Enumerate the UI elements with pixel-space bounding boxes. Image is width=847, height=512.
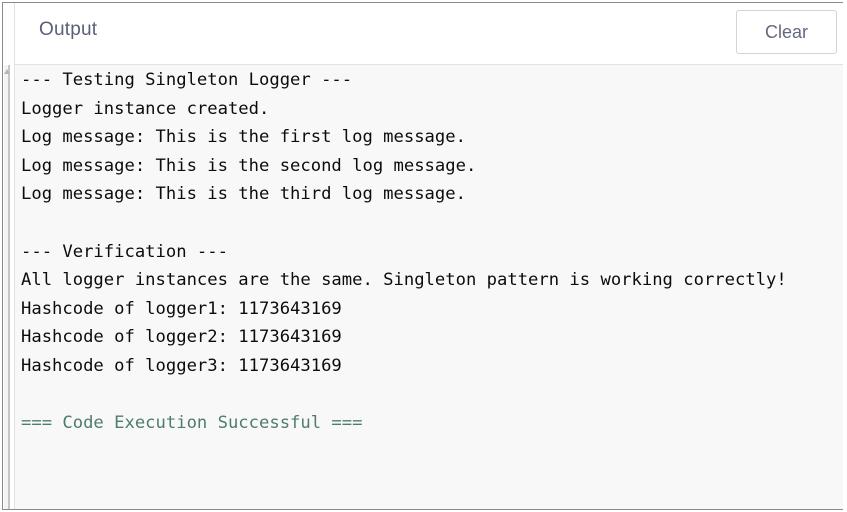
execution-status-line: === Code Execution Successful === (21, 413, 363, 434)
output-line: --- Testing Singleton Logger --- (21, 70, 353, 90)
output-title: Output (39, 19, 98, 40)
scroll-up-arrow-icon[interactable] (4, 69, 10, 74)
output-line: Log message: This is the second log mess… (21, 155, 477, 176)
output-line: Logger instance created. (21, 98, 270, 119)
clear-button[interactable]: Clear (736, 10, 837, 54)
output-console: --- Testing Singleton Logger --- Logger i… (14, 65, 843, 509)
output-line: Hashcode of logger3: 1173643169 (21, 355, 342, 376)
output-panel: Output Clear --- Testing Singleton Logge… (2, 2, 843, 510)
output-line: --- Verification --- (21, 241, 228, 262)
output-lines: --- Testing Singleton Logger --- Logger i… (21, 66, 787, 438)
output-line: Hashcode of logger1: 1173643169 (21, 298, 342, 319)
output-header: Output Clear (14, 3, 843, 65)
output-line: All logger instances are the same. Singl… (21, 270, 787, 291)
output-line: Log message: This is the third log messa… (21, 184, 466, 205)
output-line: Log message: This is the first log messa… (21, 127, 466, 148)
vertical-scrollbar[interactable] (4, 65, 10, 509)
output-line: Hashcode of logger2: 1173643169 (21, 327, 342, 348)
